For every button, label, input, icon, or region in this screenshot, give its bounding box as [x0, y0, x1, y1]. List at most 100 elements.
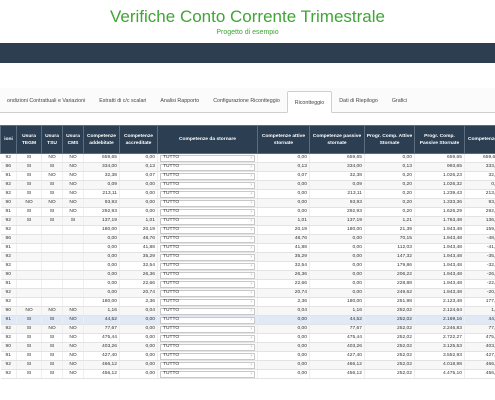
storno-select-cell[interactable]: TUTTO › — [157, 225, 258, 235]
storno-select-cell[interactable]: TUTTO › — [157, 180, 258, 190]
table-row[interactable]: 90 SI SI NO 403,26 0,00 TUTTO › 0,00 403,26 252,02… — [0, 342, 495, 352]
column-header[interactable]: Competenze da stornare — [157, 125, 258, 154]
storno-select[interactable]: TUTTO › — [160, 298, 255, 306]
tab-analisi-rapporto[interactable]: Analisi Rapporto — [153, 90, 206, 112]
column-header[interactable]: Usura TEGM — [16, 125, 42, 154]
storno-select[interactable]: TUTTO › — [160, 325, 255, 333]
column-header[interactable]: Usura TSU — [41, 125, 63, 154]
storno-select[interactable]: TUTTO › — [160, 370, 255, 378]
storno-select[interactable]: TUTTO › — [160, 235, 255, 243]
storno-select-cell[interactable]: TUTTO › — [157, 315, 258, 325]
table-row[interactable]: 91 SI SI NO 427,40 0,00 TUTTO › 0,00 427,40 252,02… — [0, 351, 495, 361]
table-row[interactable]: 92 SI SI SI 137,19 1,01 TUTTO › 1,01 137,19 1,21 1.… — [0, 216, 495, 226]
table-row[interactable]: 92 SI SI NO 456,12 0,00 TUTTO › 0,00 456,12 252,02… — [0, 369, 495, 379]
table-row[interactable]: 92 SI SI NO 475,44 0,00 TUTTO › 0,00 475,44 252,02… — [0, 333, 495, 343]
table-row[interactable]: 91 SI SI NO 292,93 0,00 TUTTO › 0,00 292,93 0,20 1.… — [0, 207, 495, 217]
column-header[interactable]: ioni — [0, 125, 17, 154]
storno-select[interactable]: TUTTO › — [160, 217, 255, 225]
storno-select[interactable]: TUTTO › — [160, 172, 255, 180]
storno-select[interactable]: TUTTO › — [160, 244, 255, 252]
table-row[interactable]: 86 SI SI NO 334,00 0,13 TUTTO › 0,13 334,00 0,13 99… — [0, 162, 495, 172]
storno-select-cell[interactable]: TUTTO › — [157, 270, 258, 280]
column-header[interactable]: Competenze attive stornate — [257, 125, 310, 154]
storno-select-cell[interactable]: TUTTO › — [157, 171, 258, 181]
storno-select-cell[interactable]: TUTTO › — [157, 369, 258, 379]
storno-select[interactable]: TUTTO › — [160, 154, 255, 162]
column-header[interactable]: Competenze accreditate — [119, 125, 158, 154]
storno-select-cell[interactable]: TUTTO › — [157, 162, 258, 172]
storno-select[interactable]: TUTTO › — [160, 271, 255, 279]
storno-select[interactable]: TUTTO › — [160, 199, 255, 207]
column-header[interactable]: Competenze passive stornate — [309, 125, 365, 154]
storno-select[interactable]: TUTTO › — [160, 253, 255, 261]
storno-select[interactable]: TUTTO › — [160, 280, 255, 288]
table-row[interactable]: 92 180,00 20,19 TUTTO › 20,19 180,00 21,39 1.943… — [0, 225, 495, 235]
table-row[interactable]: 91 0,00 22,66 TUTTO › 22,66 0,00 228,88 1.943,48… — [0, 279, 495, 289]
storno-select[interactable]: TUTTO › — [160, 226, 255, 234]
storno-select-cell[interactable]: TUTTO › — [157, 279, 258, 289]
storno-select[interactable]: TUTTO › — [160, 307, 255, 315]
table-row[interactable]: 86 0,00 48,76 TUTTO › 48,76 0,00 70,15 1.943,48-… — [0, 234, 495, 244]
table-row[interactable]: 92 180,00 2,36 TUTTO › 2,36 180,00 251,98 2.123,… — [0, 297, 495, 307]
table-row[interactable]: 92 0,00 20,74 TUTTO › 20,74 0,00 249,62 1.943,48… — [0, 288, 495, 298]
storno-select-cell[interactable]: TUTTO › — [157, 297, 258, 307]
storno-select[interactable]: TUTTO › — [160, 190, 255, 198]
storno-select-cell[interactable]: TUTTO › — [157, 342, 258, 352]
column-header[interactable]: Progr. Comp. Passive Stornate — [414, 125, 465, 154]
storno-select-cell[interactable]: TUTTO › — [157, 234, 258, 244]
table-row[interactable]: 91 SI SI NO 44,52 0,00 TUTTO › 0,00 44,52 252,02 2.… — [0, 315, 495, 325]
table-cell: 427,40 — [309, 351, 365, 361]
table-row[interactable]: 91 0,00 41,88 TUTTO › 41,88 0,00 112,03 1.943,48… — [0, 243, 495, 253]
tab-grafici[interactable]: Grafici — [385, 90, 414, 112]
storno-select-value: TUTTO — [163, 371, 180, 376]
column-header[interactable]: Competenze — [464, 125, 495, 154]
table-row[interactable]: 90 0,00 26,36 TUTTO › 26,36 0,00 206,22 1.943,48… — [0, 270, 495, 280]
storno-select-cell[interactable]: TUTTO › — [157, 243, 258, 253]
storno-select-cell[interactable]: TUTTO › — [157, 189, 258, 199]
tab-dati-di-riepilogo[interactable]: Dati di Riepilogo — [332, 90, 385, 112]
tab-estratti-di-c-c-scalari[interactable]: Estratti di c/c scalari — [92, 90, 153, 112]
table-row[interactable]: 92 SI SI NO 466,12 0,00 TUTTO › 0,00 466,12 252,02… — [0, 360, 495, 370]
table-row[interactable]: 92 SI NO NO 659,65 0,00 TUTTO › 0,00 659,65 0,00 65… — [0, 153, 495, 163]
column-header[interactable]: Progr. Comp. Attive Stornate — [364, 125, 415, 154]
table-row[interactable]: 90 NO NO NO 93,93 0,00 TUTTO › 0,00 93,93 0,20 1.33… — [0, 198, 495, 208]
storno-select[interactable]: TUTTO › — [160, 289, 255, 297]
storno-select[interactable]: TUTTO › — [160, 352, 255, 360]
tab-configurazione-ricontteggio[interactable]: Configurazione Ricontteggio — [206, 90, 287, 112]
storno-select[interactable]: TUTTO › — [160, 163, 255, 171]
table-row[interactable]: 91 SI NO NO 32,38 0,07 TUTTO › 0,07 32,38 0,20 1.02… — [0, 171, 495, 181]
table-row[interactable]: 92 SI SI NO 213,11 0,00 TUTTO › 0,00 213,11 0,20 1.… — [0, 189, 495, 199]
storno-select[interactable]: TUTTO › — [160, 334, 255, 342]
storno-select-cell[interactable]: TUTTO › — [157, 252, 258, 262]
table-row[interactable]: 92 SI SI NO 0,09 0,00 TUTTO › 0,00 0,09 0,20 1.026,… — [0, 180, 495, 190]
storno-select-cell[interactable]: TUTTO › — [157, 288, 258, 298]
storno-select[interactable]: TUTTO › — [160, 361, 255, 369]
tab-ondizioni-contrattuali-e-variazioni[interactable]: ondizioni Contrattuali e Variazioni — [0, 90, 92, 112]
storno-select-cell[interactable]: TUTTO › — [157, 351, 258, 361]
column-header[interactable]: Usura CMS — [62, 125, 84, 154]
storno-select-cell[interactable]: TUTTO › — [157, 261, 258, 271]
storno-select[interactable]: TUTTO › — [160, 316, 255, 324]
table-row[interactable]: 90 NO NO NO 1,16 0,04 TUTTO › 0,04 1,16 252,02 2.12… — [0, 306, 495, 316]
table-cell: NO — [41, 306, 63, 316]
storno-select-cell[interactable]: TUTTO › — [157, 216, 258, 226]
storno-select-cell[interactable]: TUTTO › — [157, 333, 258, 343]
storno-select-cell[interactable]: TUTTO › — [157, 360, 258, 370]
storno-select[interactable]: TUTTO › — [160, 208, 255, 216]
storno-select[interactable]: TUTTO › — [160, 262, 255, 270]
storno-select-cell[interactable]: TUTTO › — [157, 198, 258, 208]
table-row[interactable]: 92 0,00 32,54 TUTTO › 32,54 0,00 179,86 1.943,48… — [0, 261, 495, 271]
table-cell: SI — [41, 207, 63, 217]
storno-select[interactable]: TUTTO › — [160, 343, 255, 351]
storno-select-cell[interactable]: TUTTO › — [157, 306, 258, 316]
storno-select-cell[interactable]: TUTTO › — [157, 153, 258, 163]
table-row[interactable]: 92 SI NO NO 77,67 0,00 TUTTO › 0,00 77,67 252,02 2.… — [0, 324, 495, 334]
storno-select-cell[interactable]: TUTTO › — [157, 207, 258, 217]
tab-ricontteggio[interactable]: Ricontteggio — [286, 91, 333, 113]
table-container[interactable]: ioni Usura TEGM Usura TSU Usura CMS Competen… — [0, 125, 495, 400]
storno-select[interactable]: TUTTO › — [160, 181, 255, 189]
table-cell: 466,12 — [83, 360, 120, 370]
column-header[interactable]: Competenze addebitate — [83, 125, 120, 154]
table-row[interactable]: 92 0,00 35,29 TUTTO › 35,29 0,00 147,32 1.943,48… — [0, 252, 495, 262]
storno-select-cell[interactable]: TUTTO › — [157, 324, 258, 334]
